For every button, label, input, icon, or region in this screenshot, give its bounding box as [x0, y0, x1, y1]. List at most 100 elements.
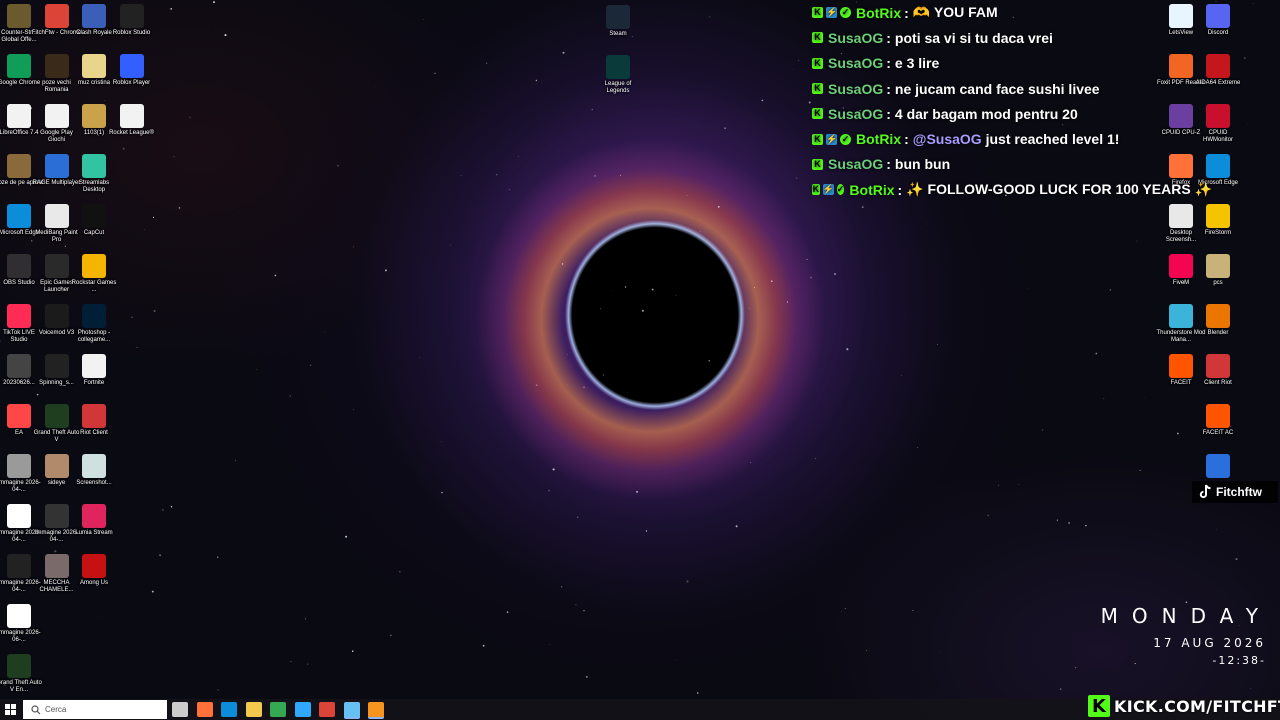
- desktop-icon[interactable]: Rocket League®: [107, 104, 157, 137]
- chat-username[interactable]: SusaOG: [828, 55, 883, 71]
- desktop-icon[interactable]: Among Us: [69, 554, 119, 587]
- riot-icon: [82, 404, 106, 428]
- star: [1136, 240, 1138, 242]
- bot-badge-icon: ⚡: [826, 7, 838, 19]
- desktop-icon-label: Among Us: [79, 580, 108, 586]
- star: [846, 348, 849, 351]
- desktop-icon[interactable]: FACEIT AC: [1193, 404, 1243, 437]
- star: [651, 288, 654, 291]
- chat-message-text: bun bun: [894, 156, 951, 173]
- star: [384, 269, 387, 272]
- file-explorer-icon[interactable]: [245, 702, 262, 717]
- star: [104, 100, 105, 102]
- chat-username[interactable]: SusaOG: [828, 30, 883, 46]
- desktop-icon[interactable]: Riot Client: [69, 404, 119, 437]
- star: [1144, 397, 1145, 399]
- star: [696, 692, 699, 694]
- star: [215, 25, 217, 27]
- star: [1056, 519, 1059, 521]
- chat-username[interactable]: BotRix: [849, 182, 894, 198]
- star: [213, 1, 215, 4]
- star: [441, 491, 443, 494]
- star: [399, 571, 401, 573]
- photoshop-icon[interactable]: [294, 702, 311, 717]
- chrome-icon[interactable]: [270, 702, 286, 717]
- chat-username[interactable]: BotRix: [856, 131, 901, 147]
- desktop-icon-label: Rocket League®: [109, 130, 154, 136]
- edge-icon[interactable]: [221, 702, 237, 717]
- star: [159, 554, 162, 557]
- star: [810, 276, 812, 279]
- star: [434, 72, 436, 75]
- desktop-icon[interactable]: Fortnite: [69, 354, 119, 387]
- chat-username[interactable]: BotRix: [856, 5, 901, 21]
- star: [937, 344, 938, 345]
- desktop-icon[interactable]: League of Legends: [593, 55, 643, 95]
- image-icon: [7, 354, 31, 378]
- chrome-icon[interactable]: [319, 702, 335, 717]
- firefox-icon[interactable]: [196, 702, 213, 717]
- chat-separator: :: [904, 4, 909, 21]
- desktop-icon[interactable]: Rockstar Games ...: [69, 254, 119, 294]
- desktop-icon-label: Photoshop - collegame...: [77, 330, 111, 343]
- desktop-icon[interactable]: Streamlabs Desktop: [69, 154, 119, 194]
- desktop-icon[interactable]: Steam: [593, 5, 643, 38]
- desktop-icon[interactable]: Lumia Stream: [69, 504, 119, 537]
- desktop-icon[interactable]: Roblox Player: [107, 54, 157, 87]
- star: [585, 675, 588, 678]
- star: [1085, 524, 1087, 527]
- star: [1176, 432, 1179, 435]
- star: [912, 609, 914, 612]
- desktop-icon[interactable]: [1193, 454, 1243, 480]
- kick-badge-icon: K: [812, 57, 823, 69]
- star: [1252, 3, 1254, 4]
- blender-icon: [1206, 304, 1230, 328]
- desktop-icon[interactable]: Screenshot...: [69, 454, 119, 487]
- desktop-icon-label: pcs: [1213, 280, 1223, 286]
- roblox-icon: [119, 54, 144, 78]
- desktop-icon[interactable]: Blender: [1193, 304, 1243, 337]
- kick-logo-icon: K: [1088, 695, 1110, 717]
- chat-username[interactable]: SusaOG: [828, 106, 883, 122]
- kick-badge-icon: K: [812, 133, 823, 145]
- star: [582, 386, 586, 389]
- star: [317, 337, 318, 339]
- star: [485, 62, 488, 64]
- desktop-icon[interactable]: Photoshop - collegame...: [69, 304, 119, 344]
- chat-username[interactable]: SusaOG: [828, 81, 883, 97]
- star: [1095, 352, 1098, 355]
- kick-badge-icon: K: [812, 7, 823, 19]
- star: [796, 177, 798, 179]
- star: [224, 34, 227, 37]
- chat-username[interactable]: SusaOG: [828, 156, 883, 172]
- desktop-icon[interactable]: Grand Theft Auto V En...: [0, 654, 44, 694]
- star: [178, 207, 181, 209]
- star: [131, 316, 133, 319]
- photoshop-icon: [82, 304, 106, 328]
- desktop-icon[interactable]: Immagine 2026-06-...: [0, 604, 44, 644]
- desktop-icon[interactable]: Client Riot: [1193, 354, 1243, 387]
- star: [675, 659, 677, 661]
- star: [309, 364, 312, 367]
- desktop-icon[interactable]: pcs: [1193, 254, 1243, 287]
- star: [761, 99, 764, 102]
- chat-separator: :: [897, 181, 903, 198]
- desktop-icon[interactable]: Roblox Studio: [107, 4, 157, 37]
- task-view-icon[interactable]: [172, 702, 188, 717]
- star: [575, 604, 577, 606]
- star: [786, 301, 789, 303]
- desktop-icon[interactable]: FireStorm: [1193, 204, 1243, 237]
- ea-icon: [7, 404, 31, 428]
- clock-time: -12:38-: [1212, 654, 1266, 667]
- steam-icon[interactable]: [343, 702, 360, 719]
- desktop-icon[interactable]: CapCut: [69, 204, 119, 237]
- clock-date: 17 AUG 2026: [1153, 636, 1266, 650]
- star: [419, 357, 420, 358]
- bot-badge-icon: ⚡: [826, 133, 838, 145]
- fl-studio-icon[interactable]: [368, 702, 384, 719]
- taskbar-search-box[interactable]: Cerca: [23, 700, 167, 719]
- start-button-windows-icon[interactable]: [3, 702, 19, 717]
- star: [1027, 288, 1028, 289]
- folder-icon: [82, 104, 106, 128]
- image-icon: [7, 554, 31, 578]
